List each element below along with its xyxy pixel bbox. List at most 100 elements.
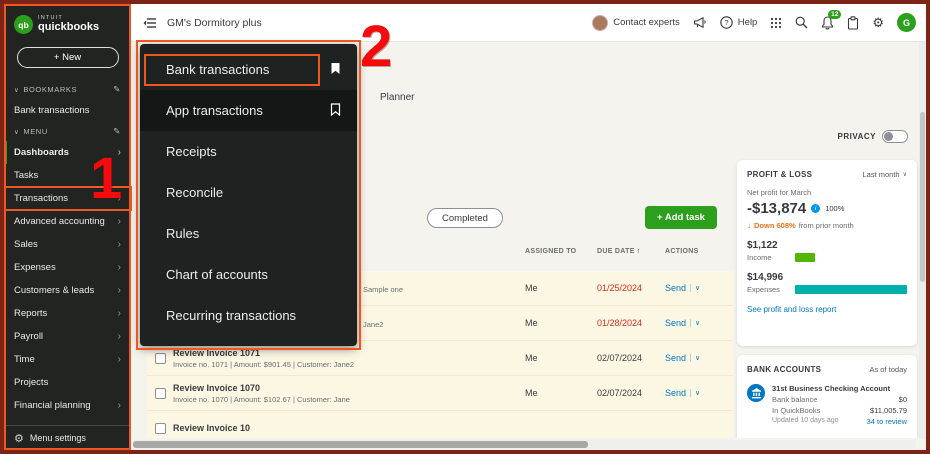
actions-dropdown-icon[interactable]: ∨ [690, 284, 700, 292]
privacy-toggle[interactable] [882, 130, 908, 143]
sidebar-item-sales[interactable]: Sales › [4, 233, 131, 256]
notification-count-badge: 12 [828, 9, 842, 19]
horizontal-scrollbar[interactable] [131, 440, 916, 449]
flyout-item-bank-transactions[interactable]: Bank transactions [140, 49, 357, 90]
settings-gear-icon[interactable]: ⚙ [872, 16, 884, 29]
bookmark-outline-icon[interactable] [330, 102, 341, 119]
apps-grid-icon[interactable] [770, 17, 782, 29]
as-of-today-label: As of today [869, 365, 907, 374]
profit-loss-report-link[interactable]: See profit and loss report [747, 305, 907, 314]
transactions-flyout-menu: Bank transactions App transactions Recei… [136, 40, 361, 350]
expert-avatar [592, 14, 609, 31]
horizontal-scrollbar-thumb[interactable] [133, 441, 589, 448]
in-quickbooks-label: In QuickBooks [772, 406, 821, 415]
assigned-to: Me [525, 283, 538, 293]
sidebar-item-financial-planning[interactable]: Financial planning › [4, 394, 131, 417]
task-subtitle: Invoice no. 1070 | Amount: $102.67 | Cus… [173, 394, 350, 404]
bank-icon [747, 384, 765, 402]
send-link[interactable]: Send [665, 353, 686, 363]
task-title: Review Invoice 10 [173, 423, 251, 433]
flyout-item-reconcile[interactable]: Reconcile [140, 172, 357, 213]
send-link[interactable]: Send [665, 388, 686, 398]
table-row: Review Invoice 10 [147, 411, 733, 438]
bookmark-filled-icon[interactable] [330, 62, 341, 78]
add-task-button[interactable]: + Add task [645, 206, 717, 229]
chevron-down-icon: ∨ [14, 86, 20, 94]
column-assigned-to[interactable]: ASSIGNED TO [525, 248, 597, 255]
to-review-link[interactable]: 34 to review [867, 417, 907, 426]
sidebar-item-tasks[interactable]: Tasks [4, 164, 131, 187]
chevron-down-icon: ∨ [902, 172, 907, 178]
actions-dropdown-icon[interactable]: ∨ [690, 389, 700, 397]
privacy-label: PRIVACY [837, 132, 876, 141]
actions-dropdown-icon[interactable]: ∨ [690, 354, 700, 362]
trend-value: Down 608% [754, 221, 796, 230]
task-title: Review Invoice 1071 [173, 347, 261, 358]
sidebar-item-bank-transactions[interactable]: Bank transactions [4, 99, 131, 121]
updated-timestamp: Updated 10 days ago [772, 417, 839, 424]
flyout-item-app-transactions[interactable]: App transactions [140, 90, 357, 131]
send-link[interactable]: Send [665, 283, 686, 293]
income-bar[interactable] [795, 253, 815, 262]
send-link[interactable]: Send [665, 318, 686, 328]
vertical-scrollbar-thumb[interactable] [920, 112, 925, 282]
bank-accounts-title: BANK ACCOUNTS [747, 365, 822, 374]
chevron-right-icon: › [117, 354, 121, 365]
notifications-bell-icon[interactable]: 12 [821, 9, 842, 30]
sidebar-item-expenses[interactable]: Expenses › [4, 256, 131, 279]
announcements-megaphone-icon[interactable] [693, 16, 707, 29]
assigned-to: Me [525, 353, 538, 363]
privacy-control: PRIVACY [838, 130, 908, 143]
vertical-scrollbar[interactable] [919, 42, 926, 439]
contact-experts-button[interactable]: Contact experts [592, 14, 680, 31]
sidebar-item-reports[interactable]: Reports › [4, 302, 131, 325]
collapse-sidebar-icon[interactable] [143, 17, 157, 29]
sidebar-item-projects[interactable]: Projects [4, 371, 131, 394]
flyout-item-recurring-transactions[interactable]: Recurring transactions [140, 295, 357, 336]
actions-dropdown-icon[interactable]: ∨ [690, 319, 700, 327]
column-due-date[interactable]: DUE DATE ↑ [597, 248, 665, 255]
row-checkbox[interactable] [154, 352, 166, 364]
table-row: Review Invoice 1070 Invoice no. 1070 | A… [147, 376, 733, 411]
menu-section-header[interactable]: ∨ MENU ✎ [4, 121, 131, 141]
completed-filter-chip[interactable]: Completed [427, 208, 503, 228]
expenses-value: $14,996 [747, 272, 784, 283]
bank-account-name[interactable]: 31st Business Checking Account [772, 384, 907, 393]
sidebar-item-transactions[interactable]: Transactions › [4, 186, 132, 211]
flyout-item-receipts[interactable]: Receipts [140, 131, 357, 172]
sidebar-item-time[interactable]: Time › [4, 348, 131, 371]
info-icon[interactable]: i [811, 204, 821, 213]
tasks-clipboard-icon[interactable] [847, 15, 859, 30]
menu-settings-button[interactable]: ⚙ Menu settings [4, 425, 131, 450]
row-checkbox[interactable] [154, 387, 166, 399]
income-label: Income [747, 253, 772, 262]
flyout-item-rules[interactable]: Rules [140, 213, 357, 254]
table-row: Review Invoice 1071 Invoice no. 1071 | A… [147, 341, 733, 376]
toggle-knob [884, 132, 893, 141]
edit-menu-icon[interactable]: ✎ [113, 126, 121, 137]
tab-planner[interactable]: Planner [380, 92, 414, 103]
company-name: GM's Dormitory plus [167, 16, 262, 29]
trend-down-icon: ↓ [747, 221, 751, 230]
chevron-right-icon: › [117, 239, 121, 250]
edit-bookmarks-icon[interactable]: ✎ [113, 84, 121, 95]
search-icon[interactable] [795, 16, 808, 29]
row-checkbox[interactable] [154, 422, 166, 434]
profile-avatar[interactable]: G [897, 13, 916, 32]
chevron-right-icon: › [117, 331, 121, 342]
help-button[interactable]: ? Help [720, 16, 757, 29]
period-dropdown[interactable]: Last month ∨ [862, 170, 907, 179]
net-profit-percent: 100% [825, 204, 845, 213]
sidebar-item-payroll[interactable]: Payroll › [4, 325, 131, 348]
flyout-item-chart-of-accounts[interactable]: Chart of accounts [140, 254, 357, 295]
expenses-bar[interactable] [795, 285, 907, 294]
sidebar-item-customers-leads[interactable]: Customers & leads › [4, 279, 131, 302]
qb-logo-icon: qb [14, 15, 33, 34]
new-button[interactable]: + New [16, 47, 119, 68]
expenses-label: Expenses [747, 285, 780, 294]
due-date: 01/28/2024 [597, 318, 643, 328]
bookmarks-section-header[interactable]: ∨ BOOKMARKS ✎ [4, 79, 131, 99]
sidebar-item-dashboards[interactable]: Dashboards › [4, 141, 131, 164]
sidebar-item-advanced-accounting[interactable]: Advanced accounting › [4, 210, 131, 233]
profit-loss-card: PROFIT & LOSS Last month ∨ Net profit fo… [737, 160, 917, 346]
